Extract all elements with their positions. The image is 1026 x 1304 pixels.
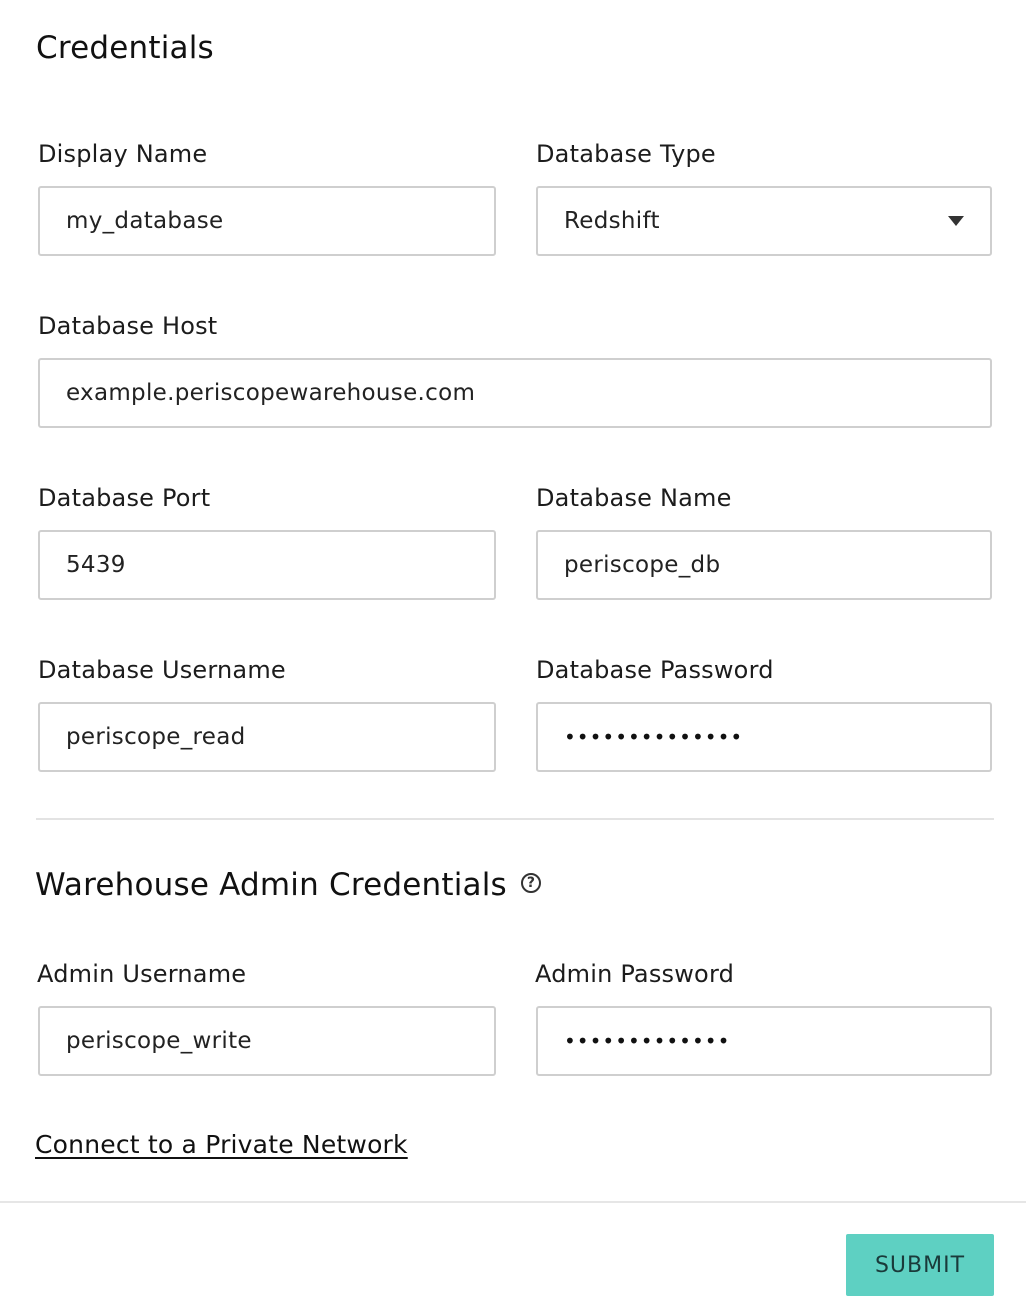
database-type-value: Redshift	[564, 208, 660, 234]
admin-header: Warehouse Admin Credentials ?	[35, 870, 541, 901]
display-name-input[interactable]: my_database	[38, 186, 496, 256]
database-port-value: 5439	[66, 552, 126, 578]
database-password-input[interactable]: ••••••••••••••	[536, 702, 992, 772]
database-name-input[interactable]: periscope_db	[536, 530, 992, 600]
admin-password-value: •••••••••••••	[564, 1029, 731, 1053]
display-name-value: my_database	[66, 208, 224, 234]
admin-password-label: Admin Password	[535, 960, 735, 988]
admin-username-input[interactable]: periscope_write	[38, 1006, 496, 1076]
database-name-label: Database Name	[536, 484, 732, 512]
footer-divider	[0, 1201, 1026, 1203]
database-host-input[interactable]: example.periscopewarehouse.com	[38, 358, 992, 428]
credentials-title: Credentials	[36, 30, 214, 66]
caret-down-icon	[948, 216, 964, 226]
section-divider	[36, 818, 994, 820]
question-circle-icon[interactable]: ?	[520, 872, 541, 893]
database-port-label: Database Port	[38, 484, 211, 512]
database-port-input[interactable]: 5439	[38, 530, 496, 600]
admin-username-label: Admin Username	[37, 960, 247, 988]
display-name-label: Display Name	[38, 140, 208, 168]
database-password-value: ••••••••••••••	[564, 725, 744, 749]
database-type-label: Database Type	[536, 140, 716, 168]
database-name-value: periscope_db	[564, 552, 721, 578]
database-username-value: periscope_read	[66, 724, 246, 750]
admin-title: Warehouse Admin Credentials	[35, 867, 507, 903]
database-host-label: Database Host	[38, 312, 218, 340]
database-username-label: Database Username	[38, 656, 286, 684]
admin-password-input[interactable]: •••••••••••••	[536, 1006, 992, 1076]
admin-username-value: periscope_write	[66, 1028, 252, 1054]
database-type-select[interactable]: Redshift	[536, 186, 992, 256]
submit-button[interactable]: SUBMIT	[846, 1234, 994, 1296]
database-host-value: example.periscopewarehouse.com	[66, 380, 476, 406]
private-network-link[interactable]: Connect to a Private Network	[35, 1130, 408, 1159]
database-username-input[interactable]: periscope_read	[38, 702, 496, 772]
database-password-label: Database Password	[536, 656, 774, 684]
